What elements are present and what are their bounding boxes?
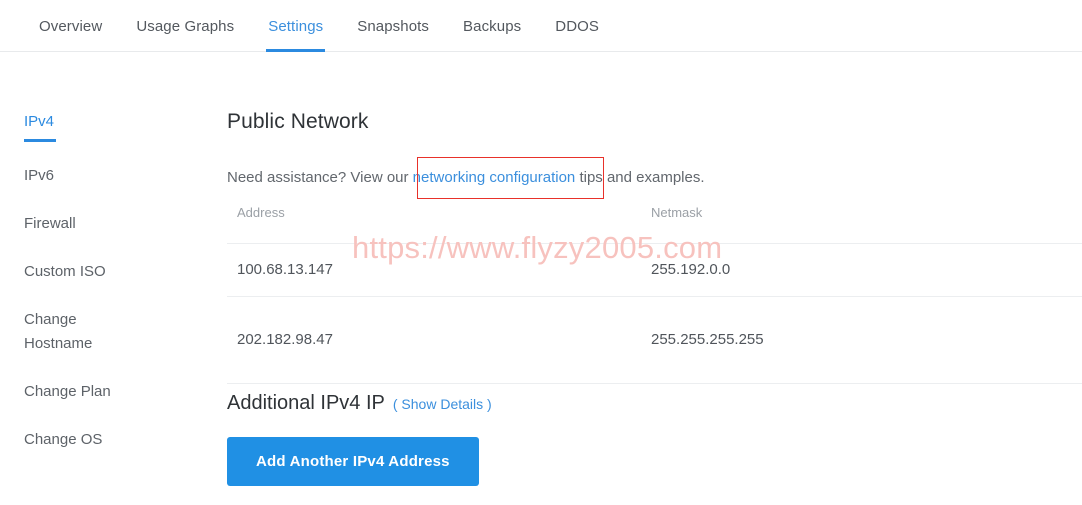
cell-netmask: 255.255.255.255 xyxy=(434,296,764,384)
tab-usage-graphs-label: Usage Graphs xyxy=(136,18,235,35)
table-row: 100.68.13.147 255.192.0.0 100.64.0.1 N/A xyxy=(227,243,1082,297)
top-navigation: Overview Usage Graphs Settings Snapshots… xyxy=(0,0,1082,52)
additional-ipv4-title: Additional IPv4 IP xyxy=(227,392,385,414)
sidebar-item-custom-iso-label: Custom ISO xyxy=(24,263,106,280)
tab-backups-label: Backups xyxy=(463,18,522,35)
cell-address: 100.68.13.147 xyxy=(227,243,434,297)
page-title: Public Network xyxy=(227,110,369,133)
tab-ddos-label: DDOS xyxy=(555,18,600,35)
sidebar-item-firewall[interactable]: Firewall xyxy=(24,212,132,236)
show-details-link[interactable]: ( Show Details ) xyxy=(393,396,492,412)
table-header: Address Netmask Gateway Reverse DNS xyxy=(227,197,1082,244)
tab-overview-label: Overview xyxy=(39,18,103,35)
sidebar-item-custom-iso[interactable]: Custom ISO xyxy=(24,260,132,284)
tab-ddos[interactable]: DDOS xyxy=(538,0,616,52)
table-row: 202.182.98.47 255.255.255.255 --- 202.18… xyxy=(227,296,1082,384)
column-header-address: Address xyxy=(227,197,434,244)
assistance-suffix: tips and examples. xyxy=(575,169,705,186)
tab-settings-label: Settings xyxy=(268,18,324,35)
sidebar-item-ipv6-label: IPv6 xyxy=(24,167,55,184)
ipv4-address-table: Address Netmask Gateway Reverse DNS 100.… xyxy=(227,197,1082,384)
assistance-prefix: Need assistance? View our xyxy=(227,169,413,186)
sidebar-item-change-hostname-label: Change Hostname xyxy=(24,311,93,352)
additional-ipv4-section: Additional IPv4 IP ( Show Details ) Add … xyxy=(227,392,1045,486)
additional-ipv4-heading: Additional IPv4 IP ( Show Details ) xyxy=(227,392,1045,415)
main-content-header: Public Network Need assistance? View our… xyxy=(227,110,1045,186)
top-navigation-tabs: Overview Usage Graphs Settings Snapshots… xyxy=(0,0,1082,52)
settings-page: Overview Usage Graphs Settings Snapshots… xyxy=(0,0,1082,505)
tab-snapshots[interactable]: Snapshots xyxy=(340,0,446,52)
sidebar-item-change-plan[interactable]: Change Plan xyxy=(24,380,132,404)
add-another-ipv4-address-button[interactable]: Add Another IPv4 Address xyxy=(227,437,479,486)
tab-backups[interactable]: Backups xyxy=(446,0,538,52)
cell-gateway: 100.64.0.1 xyxy=(669,243,1082,297)
column-header-gateway: Gateway xyxy=(669,197,1082,244)
sidebar-item-change-os[interactable]: Change OS xyxy=(24,428,132,452)
sidebar-item-ipv4[interactable]: IPv4 xyxy=(24,110,132,142)
assistance-text: Need assistance? View our networking con… xyxy=(227,169,1045,186)
networking-configuration-link[interactable]: networking configuration xyxy=(413,169,576,186)
cell-netmask: 255.192.0.0 xyxy=(434,243,730,297)
sidebar-active-indicator xyxy=(24,139,56,142)
sidebar-item-firewall-label: Firewall xyxy=(24,215,76,232)
tab-snapshots-label: Snapshots xyxy=(357,18,430,35)
settings-sidebar: IPv4 IPv6 Firewall Custom ISO Change Hos… xyxy=(24,110,214,476)
column-header-netmask: Netmask xyxy=(434,197,702,244)
sidebar-item-ipv6[interactable]: IPv6 xyxy=(24,164,132,188)
sidebar-item-ipv4-label: IPv4 xyxy=(24,113,55,130)
sidebar-item-change-os-label: Change OS xyxy=(24,431,103,448)
table-body: 100.68.13.147 255.192.0.0 100.64.0.1 N/A… xyxy=(227,243,1082,384)
sidebar-item-change-hostname[interactable]: Change Hostname xyxy=(24,308,132,356)
sidebar-item-change-plan-label: Change Plan xyxy=(24,383,111,400)
tab-usage-graphs[interactable]: Usage Graphs xyxy=(119,0,251,52)
table-header-row: Address Netmask Gateway Reverse DNS xyxy=(227,197,1082,244)
tab-settings[interactable]: Settings xyxy=(251,0,340,52)
tab-overview[interactable]: Overview xyxy=(22,0,119,52)
cell-address: 202.182.98.47 xyxy=(227,296,434,384)
